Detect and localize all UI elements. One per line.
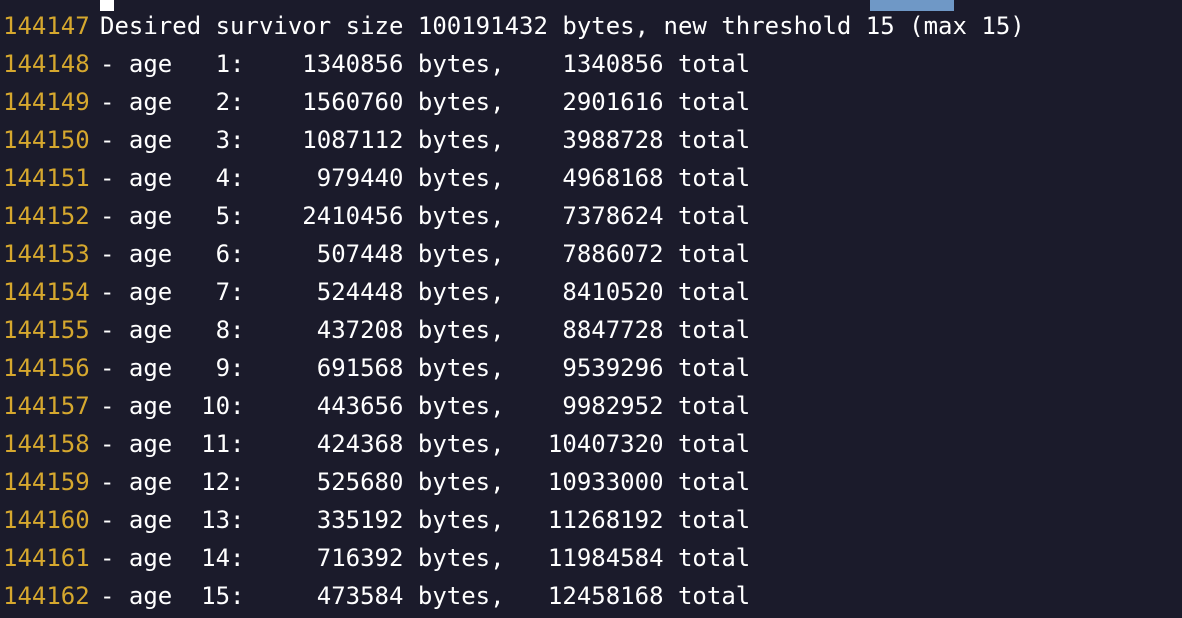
log-line[interactable]: 144150 - age 3: 1087112 bytes, 3988728 to… [3, 121, 1025, 159]
line-text: Desired survivor size 100191432 bytes, n… [100, 12, 1025, 40]
log-line[interactable]: 144157 - age 10: 443656 bytes, 9982952 to… [3, 387, 1025, 425]
line-number: 144157 [3, 392, 90, 420]
log-line[interactable]: 144151 - age 4: 979440 bytes, 4968168 tot… [3, 159, 1025, 197]
line-text: - age 2: 1560760 bytes, 2901616 total [100, 88, 751, 116]
log-line[interactable]: 144153 - age 6: 507448 bytes, 7886072 tot… [3, 235, 1025, 273]
line-number: 144153 [3, 240, 90, 268]
line-text: - age 7: 524448 bytes, 8410520 total [100, 278, 751, 306]
line-number: 144149 [3, 88, 90, 116]
log-line[interactable]: 144158 - age 11: 424368 bytes, 10407320 t… [3, 425, 1025, 463]
line-text: - age 5: 2410456 bytes, 7378624 total [100, 202, 751, 230]
line-number: 144161 [3, 544, 90, 572]
log-line[interactable]: 144147 Desired survivor size 100191432 by… [3, 7, 1025, 45]
line-text: - age 14: 716392 bytes, 11984584 total [100, 544, 751, 572]
log-line[interactable]: 144149 - age 2: 1560760 bytes, 2901616 to… [3, 83, 1025, 121]
log-line[interactable]: 144160 - age 13: 335192 bytes, 11268192 t… [3, 501, 1025, 539]
line-number: 144162 [3, 582, 90, 610]
line-text: - age 4: 979440 bytes, 4968168 total [100, 164, 751, 192]
terminal-window[interactable]: 144147 Desired survivor size 100191432 by… [0, 0, 1182, 618]
line-text: - age 11: 424368 bytes, 10407320 total [100, 430, 751, 458]
line-text: - age 3: 1087112 bytes, 3988728 total [100, 126, 751, 154]
log-lines: 144147 Desired survivor size 100191432 by… [3, 7, 1025, 615]
log-line[interactable]: 144154 - age 7: 524448 bytes, 8410520 tot… [3, 273, 1025, 311]
line-number: 144147 [3, 12, 90, 40]
line-number: 144156 [3, 354, 90, 382]
line-number: 144151 [3, 164, 90, 192]
line-text: - age 1: 1340856 bytes, 1340856 total [100, 50, 751, 78]
line-number: 144155 [3, 316, 90, 344]
line-text: - age 13: 335192 bytes, 11268192 total [100, 506, 751, 534]
line-number: 144159 [3, 468, 90, 496]
log-line[interactable]: 144161 - age 14: 716392 bytes, 11984584 t… [3, 539, 1025, 577]
log-line[interactable]: 144159 - age 12: 525680 bytes, 10933000 t… [3, 463, 1025, 501]
log-line[interactable]: 144152 - age 5: 2410456 bytes, 7378624 to… [3, 197, 1025, 235]
log-line[interactable]: 144155 - age 8: 437208 bytes, 8847728 tot… [3, 311, 1025, 349]
line-text: - age 9: 691568 bytes, 9539296 total [100, 354, 751, 382]
line-number: 144148 [3, 50, 90, 78]
line-number: 144160 [3, 506, 90, 534]
line-text: - age 6: 507448 bytes, 7886072 total [100, 240, 751, 268]
line-text: - age 15: 473584 bytes, 12458168 total [100, 582, 751, 610]
line-text: - age 10: 443656 bytes, 9982952 total [100, 392, 751, 420]
line-number: 144152 [3, 202, 90, 230]
line-number: 144150 [3, 126, 90, 154]
line-number: 144154 [3, 278, 90, 306]
log-line[interactable]: 144156 - age 9: 691568 bytes, 9539296 tot… [3, 349, 1025, 387]
log-line[interactable]: 144148 - age 1: 1340856 bytes, 1340856 to… [3, 45, 1025, 83]
line-text: - age 8: 437208 bytes, 8847728 total [100, 316, 751, 344]
log-line[interactable]: 144162 - age 15: 473584 bytes, 12458168 t… [3, 577, 1025, 615]
line-text: - age 12: 525680 bytes, 10933000 total [100, 468, 751, 496]
line-number: 144158 [3, 430, 90, 458]
